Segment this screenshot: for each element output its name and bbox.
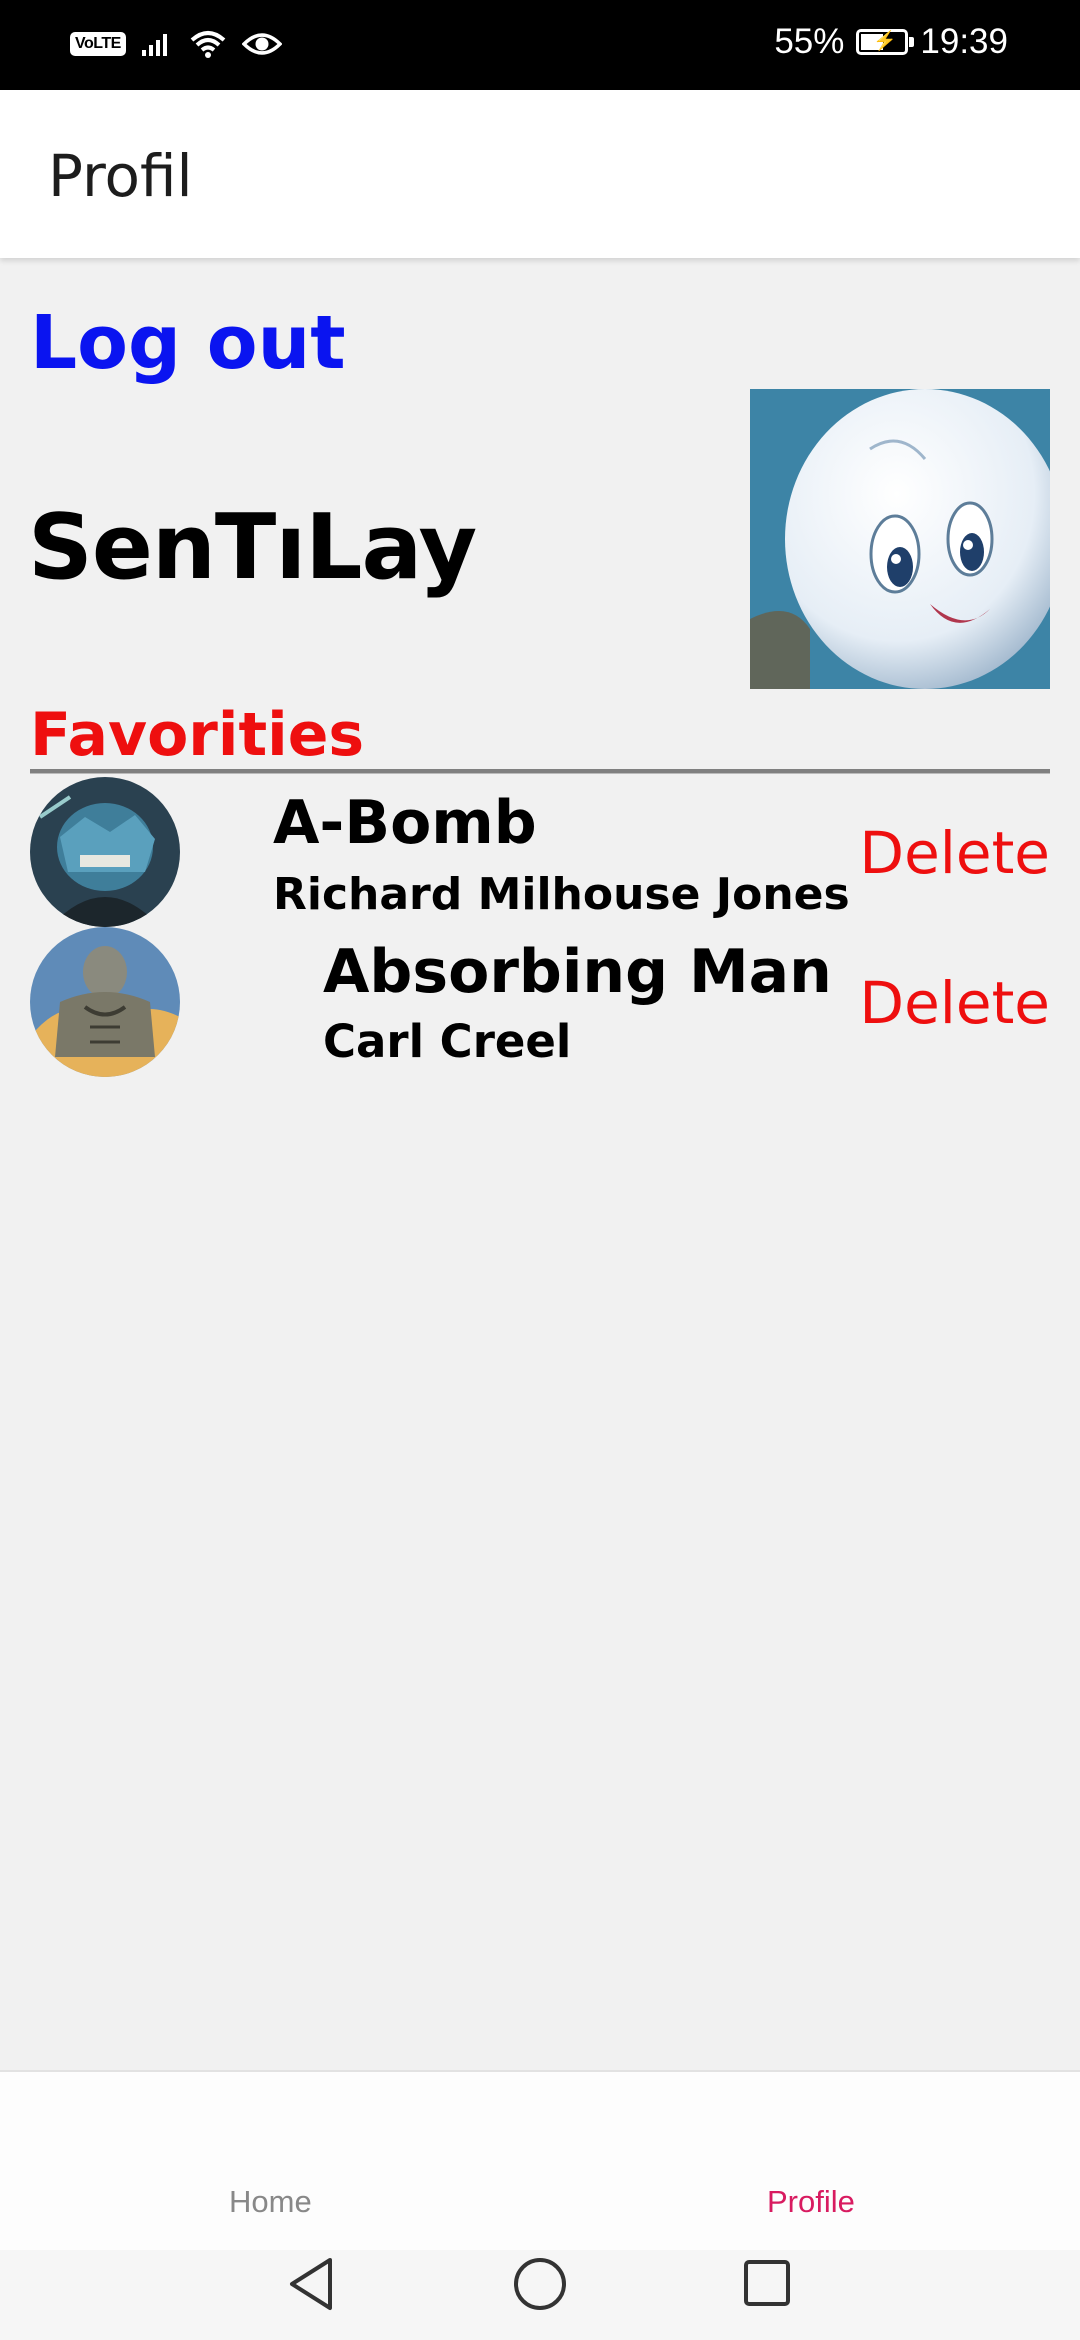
delete-button[interactable]: Delete — [859, 969, 1050, 1037]
favorites-heading: Favorities — [30, 700, 365, 770]
hero-real-name: Carl Creel — [323, 1015, 572, 1068]
status-bar: VoLTE 55% ⚡ 19:39 — [0, 0, 1080, 90]
status-right: 55% ⚡ 19:39 — [774, 22, 1008, 62]
home-circle-icon[interactable] — [510, 2250, 570, 2320]
username: SenTıLay — [28, 495, 477, 600]
tab-profile[interactable]: Profile — [767, 2184, 855, 2220]
hero-name: A-Bomb — [273, 788, 537, 858]
list-item[interactable]: Absorbing Man Carl Creel Delete — [30, 927, 1050, 1077]
clock: 19:39 — [920, 22, 1008, 61]
hero-real-name: Richard Milhouse Jones — [273, 869, 850, 920]
hero-image — [30, 927, 180, 1077]
battery-icon: ⚡ — [856, 29, 915, 55]
list-item[interactable]: A-Bomb Richard Milhouse Jones Delete — [30, 777, 1050, 927]
hero-image — [30, 777, 180, 927]
hero-name: Absorbing Man — [323, 937, 832, 1007]
app-bar: Profil — [0, 90, 1080, 258]
recents-square-icon[interactable] — [738, 2250, 798, 2320]
tab-home[interactable]: Home — [229, 2184, 312, 2220]
status-left-icons: VoLTE — [70, 28, 282, 60]
charging-bolt-icon: ⚡ — [873, 31, 898, 52]
signal-icon — [141, 34, 167, 56]
page-title: Profil — [48, 142, 193, 210]
ghost-avatar-image — [750, 389, 1050, 689]
logout-button[interactable]: Log out — [30, 300, 346, 386]
profile-avatar[interactable] — [750, 389, 1050, 689]
hero-avatar — [30, 777, 180, 927]
wifi-icon — [190, 31, 226, 58]
divider — [30, 769, 1050, 774]
delete-button[interactable]: Delete — [859, 819, 1050, 887]
volte-icon: VoLTE — [70, 32, 126, 56]
bottom-navigation: Home Profile — [0, 2070, 1080, 2252]
system-nav-bar — [0, 2250, 1080, 2340]
back-icon[interactable] — [280, 2250, 340, 2320]
hero-avatar — [30, 927, 180, 1077]
battery-percent: 55% — [774, 22, 845, 61]
eye-icon — [241, 33, 282, 55]
